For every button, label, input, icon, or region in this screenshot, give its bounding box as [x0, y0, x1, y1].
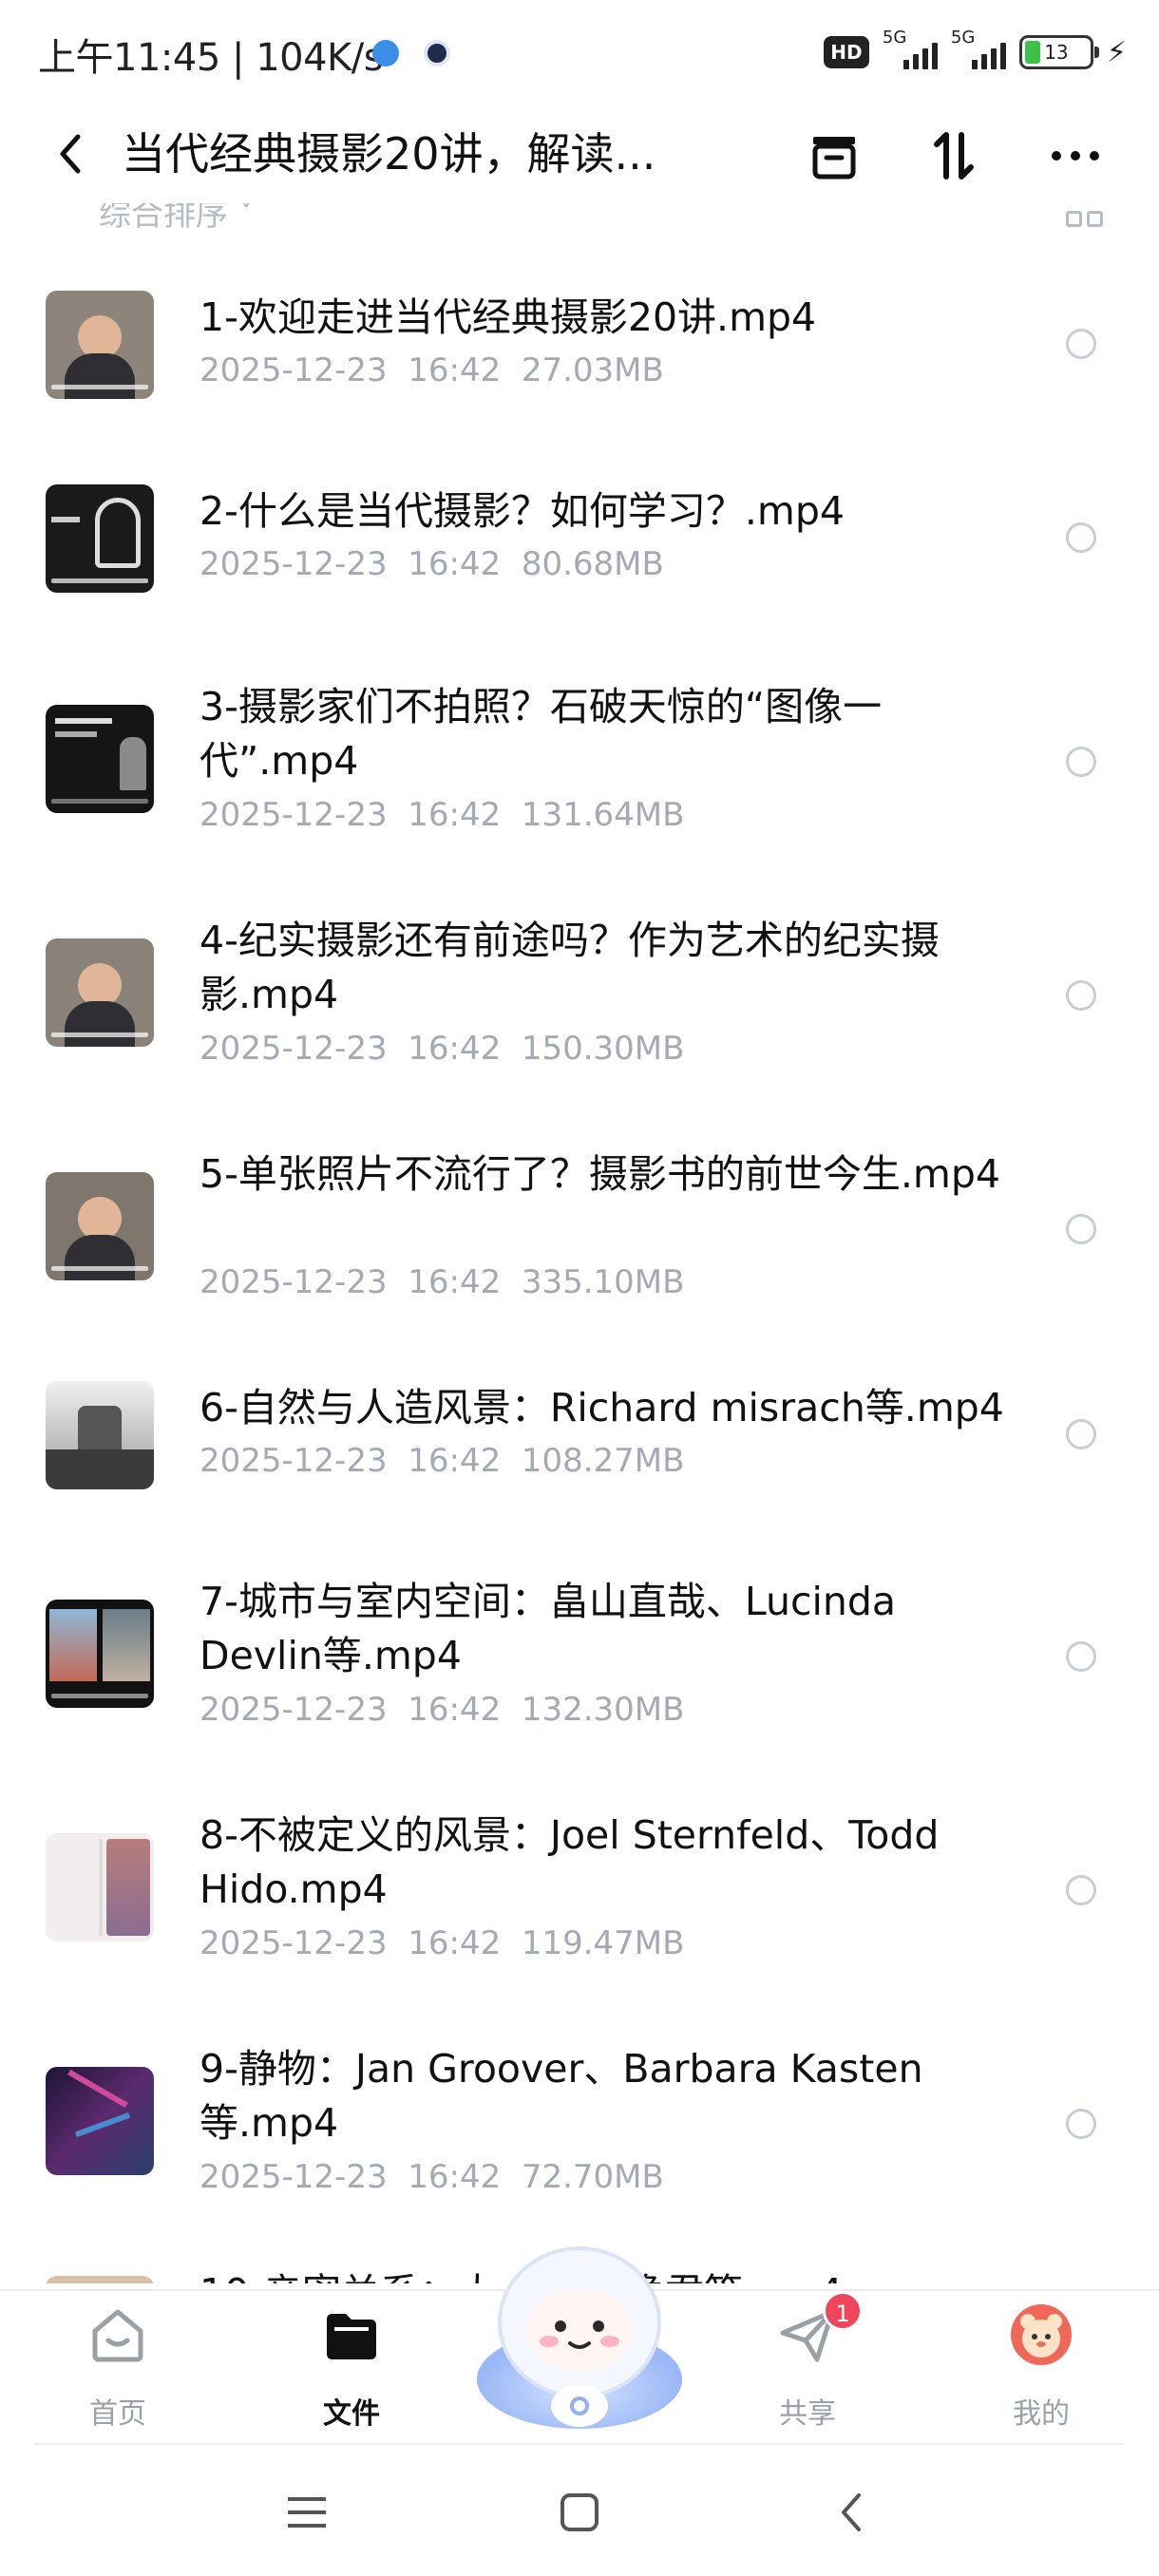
page-title: 当代经典摄影20讲，解读...: [122, 128, 656, 180]
video-thumbnail: [46, 291, 154, 399]
video-thumbnail: [46, 1381, 154, 1489]
nav-mine[interactable]: 我的: [975, 2302, 1108, 2435]
file-meta: 2025-12-23 16:42 119.47MB: [200, 1924, 685, 1962]
video-thumbnail: [46, 1833, 154, 1941]
header: 当代经典摄影20讲，解读...: [0, 104, 1159, 209]
system-back-button[interactable]: [819, 2479, 885, 2546]
notification-badge: 1: [823, 2291, 863, 2331]
avatar: [1011, 2304, 1072, 2365]
file-name: 9-静物：Jan Groover、Barbara Kasten等.mp4: [200, 2046, 923, 2146]
select-checkbox[interactable]: [1066, 980, 1096, 1011]
status-indicators: HD 5G 5G 13 ⚡: [823, 28, 1127, 76]
file-name: 5-单张照片不流行了？摄影书的前世今生.mp4: [200, 1151, 1000, 1197]
file-list: 1-欢迎走进当代经典摄影20讲.mp4 2025-12-23 16:42 27.…: [0, 234, 1159, 2283]
archive-button[interactable]: [800, 122, 868, 190]
select-checkbox[interactable]: [1066, 1214, 1096, 1244]
more-icon: [1052, 151, 1099, 161]
file-name: 4-纪实摄影还有前途吗？作为艺术的纪实摄影.mp4: [200, 918, 940, 1017]
file-meta: 2025-12-23 16:42 27.03MB: [200, 351, 664, 389]
video-thumbnail: [46, 2067, 154, 2175]
video-thumbnail: [46, 705, 154, 813]
select-checkbox[interactable]: [1066, 1875, 1096, 1905]
select-checkbox[interactable]: [1066, 1419, 1096, 1449]
video-thumbnail: [46, 2276, 154, 2283]
nav-share[interactable]: 1 共享: [741, 2291, 874, 2435]
select-checkbox[interactable]: [1066, 329, 1096, 359]
nav-files[interactable]: 文件: [285, 2302, 418, 2435]
select-checkbox[interactable]: [1066, 522, 1096, 553]
system-navigation: [0, 2460, 1159, 2565]
select-checkbox[interactable]: [1066, 1641, 1096, 1672]
app-notification-icon: [372, 40, 399, 66]
file-meta: 2025-12-23 16:42 131.64MB: [200, 796, 685, 834]
chevron-left-icon: [842, 2493, 861, 2531]
file-meta: 2025-12-23 16:42 72.70MB: [200, 2158, 664, 2196]
status-bar: 上午11:45 | 104K/s HD 5G 5G 13 ⚡: [0, 0, 1159, 104]
hd-icon: HD: [823, 36, 869, 68]
file-meta: 2025-12-23 16:42 150.30MB: [200, 1030, 685, 1068]
file-name: 3-摄影家们不拍照？石破天惊的“图像一代”.mp4: [200, 684, 883, 784]
status-time: 上午11:45 | 104K/s: [38, 36, 384, 80]
archive-icon: [812, 137, 856, 180]
back-button[interactable]: [42, 125, 99, 182]
sort-dropdown[interactable]: 综合排序 ˅: [99, 203, 255, 234]
avatar-notification-icon: [424, 40, 450, 66]
select-checkbox[interactable]: [1066, 747, 1096, 777]
video-thumbnail: [46, 938, 154, 1047]
file-name: 1-欢迎走进当代经典摄影20讲.mp4: [200, 294, 817, 340]
select-checkbox[interactable]: [1066, 2109, 1096, 2139]
video-thumbnail: [46, 1600, 154, 1708]
divider: [34, 2443, 1125, 2445]
sort-row: 综合排序 ˅: [0, 203, 1159, 234]
signal-icon: 5G: [951, 28, 1006, 71]
file-name: 8-不被定义的风景：Joel Sternfeld、Todd Hido.mp4: [200, 1812, 940, 1912]
file-name: 7-城市与室内空间：畠山直哉、Lucinda Devlin等.mp4: [200, 1579, 897, 1678]
mascot-assistant-icon[interactable]: [475, 2227, 684, 2436]
more-button[interactable]: [1041, 122, 1110, 190]
file-meta: 2025-12-23 16:42 80.68MB: [200, 545, 664, 583]
grid-view-icon[interactable]: [1066, 207, 1106, 234]
square-icon: [560, 2493, 598, 2531]
video-thumbnail: [46, 484, 154, 593]
file-name: 6-自然与人造风景：Richard misrach等.mp4: [200, 1385, 1004, 1430]
menu-icon: [288, 2497, 326, 2528]
home-icon: [92, 2309, 143, 2362]
back-icon: [60, 134, 81, 174]
file-meta: 2025-12-23 16:42 108.27MB: [200, 1442, 685, 1480]
charging-icon: ⚡: [1106, 35, 1127, 69]
home-button[interactable]: [546, 2479, 613, 2546]
file-name: 2-什么是当代摄影？如何学习？.mp4: [200, 488, 845, 534]
sort-icon: [934, 132, 974, 180]
folder-icon: [327, 2314, 376, 2359]
file-meta: 2025-12-23 16:42 132.30MB: [200, 1691, 685, 1729]
menu-button[interactable]: [274, 2479, 340, 2546]
nav-home[interactable]: 首页: [51, 2302, 184, 2435]
signal-icon: 5G: [883, 28, 938, 71]
sort-button[interactable]: [920, 122, 988, 190]
video-thumbnail: [46, 1172, 154, 1280]
file-meta: 2025-12-23 16:42 335.10MB: [200, 1263, 685, 1301]
battery-icon: 13: [1018, 35, 1099, 69]
